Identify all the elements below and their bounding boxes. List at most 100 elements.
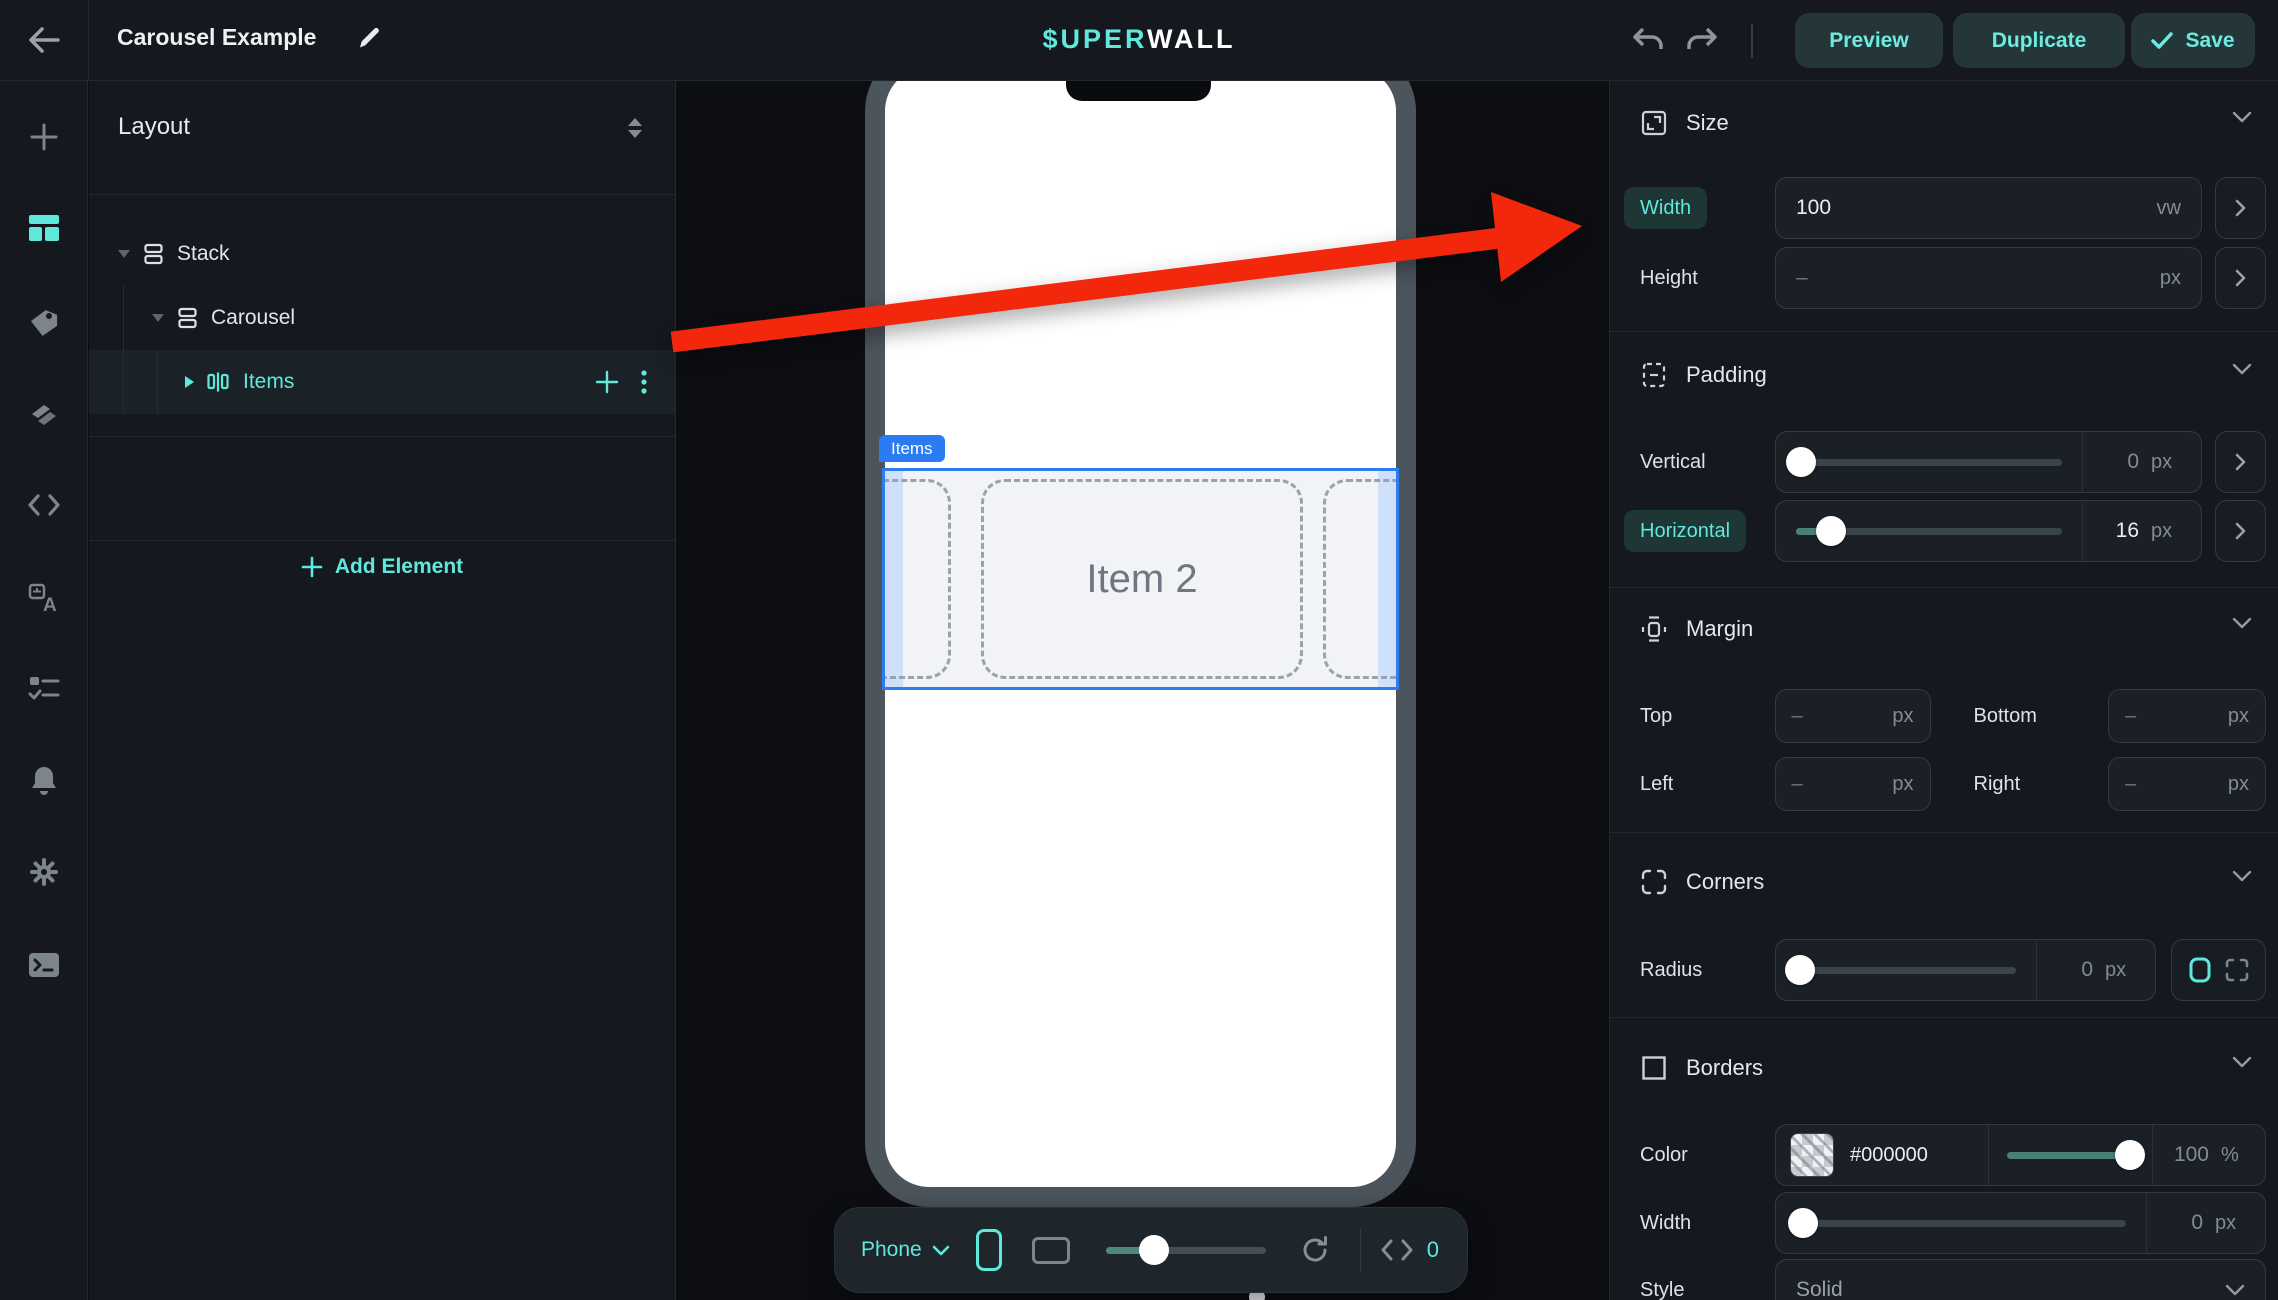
plus-icon[interactable] (0, 109, 88, 165)
slider-knob[interactable] (1785, 955, 1815, 985)
selection-badge[interactable]: Items (879, 435, 945, 462)
radius-slider[interactable] (1796, 967, 2016, 974)
slider-knob[interactable] (1788, 1208, 1818, 1238)
slider-knob[interactable] (1786, 447, 1816, 477)
padding-horizontal-slider[interactable] (1796, 528, 2062, 535)
padding-vertical-unit[interactable]: px (2151, 451, 2181, 474)
radius-slider-box[interactable]: 0 px (1775, 939, 2156, 1001)
border-width-slider-box[interactable]: 0 px (1775, 1192, 2266, 1254)
margin-bottom-input[interactable]: –px (2108, 689, 2266, 743)
chevron-down-icon[interactable] (2232, 1056, 2252, 1068)
chevron-down-icon (2225, 1284, 2245, 1296)
border-style-select[interactable]: Solid (1775, 1259, 2266, 1300)
indent-guide (157, 350, 158, 414)
code-view-toggle[interactable]: 0 (1381, 1237, 1439, 1263)
slider-knob[interactable] (2115, 1140, 2145, 1170)
padding-vertical-expand-button[interactable] (2215, 431, 2266, 493)
tree-row-items[interactable]: Items (89, 350, 675, 414)
bell-icon[interactable] (0, 752, 88, 808)
height-expand-button[interactable] (2215, 247, 2266, 309)
tree-row-stack[interactable]: Stack (89, 222, 675, 286)
tag-icon[interactable] (0, 294, 88, 350)
margin-top-input[interactable]: –px (1775, 689, 1931, 743)
padding-horizontal-unit[interactable]: px (2151, 520, 2181, 543)
chevron-down-icon[interactable] (2232, 870, 2252, 882)
width-input[interactable]: 100 vw (1775, 177, 2202, 239)
landscape-orientation-icon[interactable] (1032, 1237, 1070, 1264)
divider (1610, 331, 2278, 332)
corner-mode-toggle[interactable] (2171, 939, 2266, 1001)
gear-icon[interactable] (0, 844, 88, 900)
checklist-icon[interactable] (0, 660, 88, 716)
border-opacity-slider[interactable] (2007, 1152, 2134, 1159)
save-button[interactable]: Save (2131, 13, 2255, 68)
translate-icon[interactable]: A (0, 570, 88, 626)
portrait-orientation-icon[interactable] (976, 1229, 1002, 1271)
corners-section-header[interactable]: Corners (1640, 860, 1764, 904)
code-icon[interactable] (0, 477, 88, 533)
chevron-down-icon[interactable] (2232, 111, 2252, 123)
margin-top-label: Top (1640, 705, 1775, 728)
margin-bottom-label: Bottom (1974, 705, 2109, 728)
margin-icon (1640, 615, 1668, 643)
plus-icon (301, 556, 323, 578)
preview-button[interactable]: Preview (1795, 13, 1943, 68)
padding-vertical-label[interactable]: Vertical (1640, 451, 1775, 474)
individual-corners-icon (2225, 958, 2249, 982)
width-expand-button[interactable] (2215, 177, 2266, 239)
slider-knob[interactable] (1139, 1235, 1169, 1265)
undo-icon[interactable] (1628, 22, 1668, 58)
height-unit[interactable]: px (2160, 267, 2181, 290)
theme-brush-icon[interactable] (0, 386, 88, 442)
tree-row-carousel[interactable]: Carousel (89, 286, 675, 350)
width-unit[interactable]: vw (2157, 197, 2181, 220)
padding-horizontal-label[interactable]: Horizontal (1624, 510, 1746, 552)
height-input[interactable]: – px (1775, 247, 2202, 309)
margin-left-input[interactable]: –px (1775, 757, 1931, 811)
border-style-label: Style (1640, 1279, 1775, 1300)
add-element-button[interactable]: Add Element (89, 541, 675, 593)
sort-arrows-icon[interactable] (627, 117, 643, 139)
corner-radius-row: Radius 0 px (1640, 939, 2266, 1001)
design-canvas[interactable]: Item 2 Items Phone 0 (677, 81, 1608, 1300)
collapse-triangle-icon[interactable] (185, 376, 194, 388)
code-badge-count: 0 (1427, 1237, 1439, 1263)
padding-horizontal-expand-button[interactable] (2215, 500, 2266, 562)
color-hex-value[interactable]: #000000 (1850, 1144, 1980, 1167)
layout-panel: Layout Stack Carousel Items Add Element (89, 81, 676, 1300)
refresh-icon[interactable] (1300, 1235, 1330, 1265)
add-child-icon[interactable] (595, 370, 619, 394)
border-color-label: Color (1640, 1144, 1775, 1167)
padding-vertical-slider[interactable] (1796, 459, 2062, 466)
padding-section-header[interactable]: Padding (1640, 353, 1767, 397)
tree-label: Items (243, 370, 294, 394)
chevron-down-icon[interactable] (2232, 617, 2252, 629)
canvas-zoom-slider[interactable] (1106, 1247, 1266, 1254)
color-swatch[interactable] (1790, 1133, 1834, 1177)
selected-carousel-items[interactable]: Item 2 (882, 468, 1399, 690)
size-section-header[interactable]: Size (1640, 101, 1729, 145)
margin-section-header[interactable]: Margin (1640, 607, 1753, 651)
device-select[interactable]: Phone (861, 1238, 950, 1262)
height-label[interactable]: Height (1640, 267, 1775, 290)
divider (1610, 587, 2278, 588)
carousel-item-text[interactable]: Item 2 (981, 471, 1303, 687)
redo-icon[interactable] (1682, 22, 1722, 58)
expand-triangle-icon[interactable] (118, 250, 130, 258)
expand-triangle-icon[interactable] (152, 314, 164, 322)
chevron-down-icon[interactable] (2232, 363, 2252, 375)
margin-right-input[interactable]: –px (2108, 757, 2266, 811)
padding-horizontal-slider-box[interactable]: 16 px (1775, 500, 2202, 562)
layout-templates-icon[interactable] (0, 200, 88, 256)
border-color-box[interactable]: #000000 100 % (1775, 1124, 2266, 1186)
width-label[interactable]: Width (1624, 187, 1707, 229)
border-width-slider[interactable] (1796, 1220, 2126, 1227)
padding-vertical-slider-box[interactable]: 0 px (1775, 431, 2202, 493)
duplicate-button[interactable]: Duplicate (1953, 13, 2125, 68)
radius-unit[interactable]: px (2105, 959, 2135, 982)
carousel-item-ghost-next (1323, 479, 1399, 679)
slider-knob[interactable] (1816, 516, 1846, 546)
borders-section-header[interactable]: Borders (1640, 1046, 1763, 1090)
terminal-icon[interactable] (0, 937, 88, 993)
more-options-icon[interactable] (641, 369, 647, 395)
